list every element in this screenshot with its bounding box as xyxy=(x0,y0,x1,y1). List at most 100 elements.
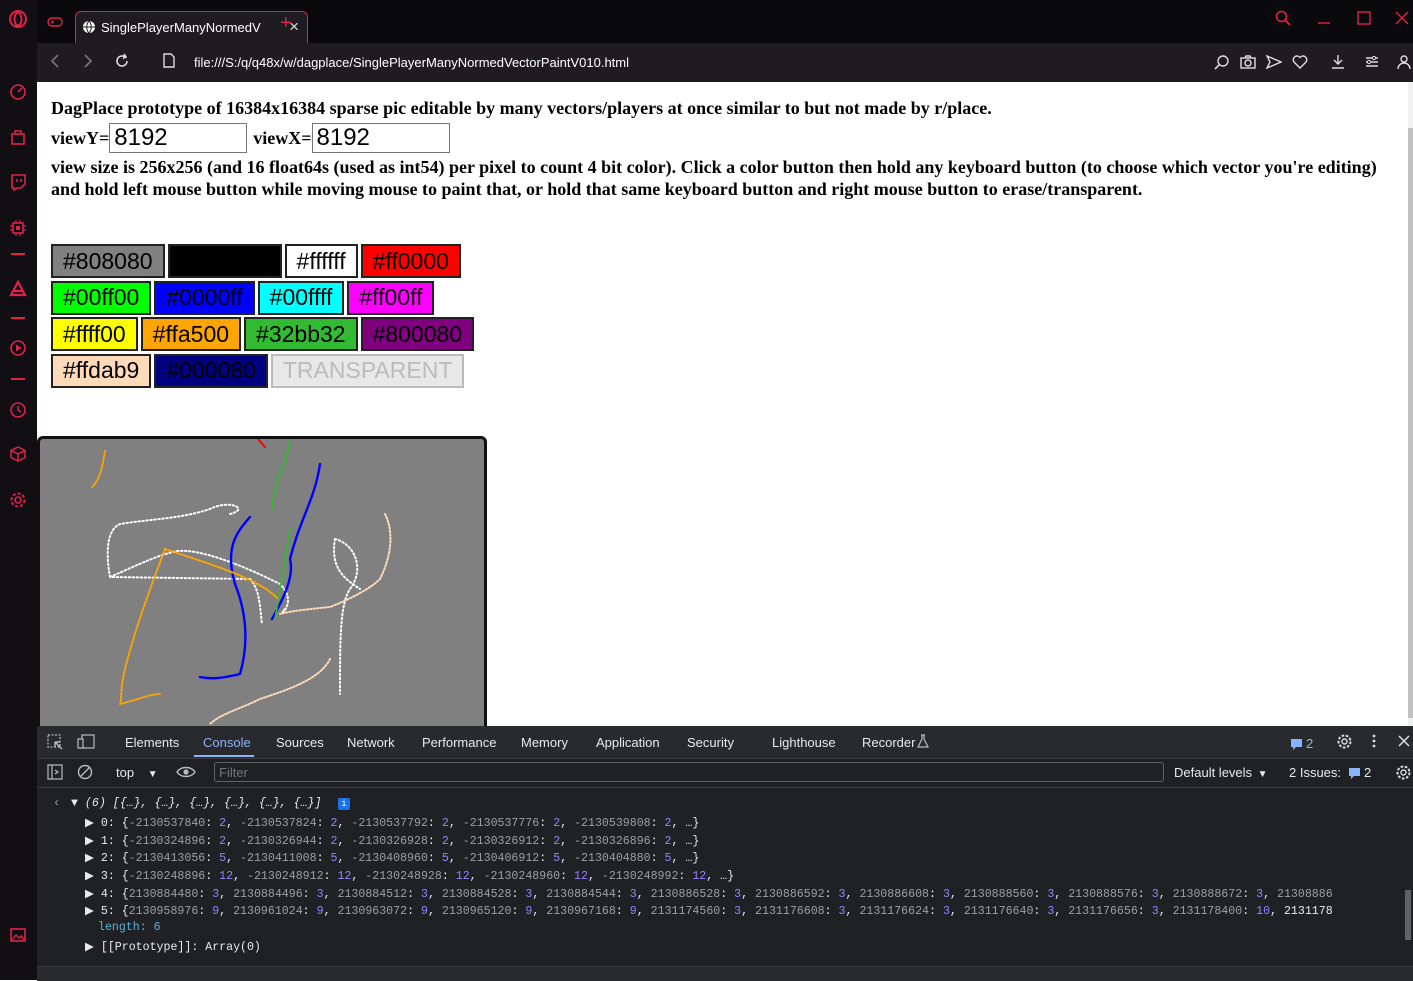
color-button[interactable]: #ff00ff xyxy=(347,280,435,315)
color-button[interactable] xyxy=(167,244,282,278)
issues-count: 2 xyxy=(1364,765,1372,780)
scrollbar-thumb[interactable] xyxy=(1408,128,1413,718)
clear-console-icon[interactable] xyxy=(77,764,93,783)
tab-application[interactable]: Application xyxy=(596,735,660,750)
twitch-icon[interactable] xyxy=(7,171,29,193)
active-tab-indicator xyxy=(194,755,254,757)
device-toolbar-icon[interactable] xyxy=(77,734,95,753)
tab-recorder[interactable]: Recorder xyxy=(862,735,915,750)
color-palette: #808080 #ffffff #ff0000 #00ff00 #0000ff #00ff… xyxy=(51,244,491,390)
console-scrollbar[interactable] xyxy=(1405,890,1411,940)
issue-message-icon xyxy=(1349,767,1361,779)
address-bar: file:///S:/q/q48x/w/dagplace/SinglePlaye… xyxy=(37,43,1413,82)
maximize-icon[interactable] xyxy=(1357,10,1371,31)
console-entry-0[interactable]: ▶ 0: {-2130537840: 2, -2130537824: 2, -2… xyxy=(85,815,699,830)
color-button[interactable]: #000080 xyxy=(154,353,268,388)
file-icon xyxy=(163,53,175,73)
reload-icon[interactable] xyxy=(114,53,130,74)
zoom-icon[interactable] xyxy=(1214,54,1230,75)
color-button[interactable]: #32bb32 xyxy=(244,317,358,351)
flask-icon xyxy=(917,734,929,751)
tab-console[interactable]: Console xyxy=(203,735,251,750)
color-button[interactable]: #ffa500 xyxy=(140,317,242,351)
wallpaper-image-icon[interactable] xyxy=(7,924,29,946)
color-button[interactable]: #00ff00 xyxy=(51,280,152,315)
sidebar-toggle-icon[interactable] xyxy=(47,764,63,783)
gamepad-icon[interactable] xyxy=(47,15,63,33)
paint-canvas[interactable] xyxy=(37,436,487,726)
color-button[interactable]: #808080 xyxy=(51,244,165,278)
color-button[interactable]: TRANSPARENT xyxy=(270,353,465,388)
easy-setup-icon[interactable] xyxy=(1364,54,1380,75)
history-clock-icon[interactable] xyxy=(7,399,29,421)
page-scrollbar[interactable] xyxy=(1408,82,1413,726)
browser-tab[interactable]: SinglePlayerManyNormedV × xyxy=(75,11,308,43)
palette-row: #ffff00 #ffa500 #32bb32 #800080 xyxy=(51,317,491,353)
inspect-element-icon[interactable] xyxy=(47,734,64,753)
new-tab-button[interactable]: + xyxy=(280,12,292,35)
console-array-summary[interactable]: ▼ (6) [{…}, {…}, {…}, {…}, {…}, {…}] xyxy=(71,797,321,810)
opera-logo-icon[interactable] xyxy=(7,8,29,30)
profile-icon[interactable] xyxy=(1397,54,1411,75)
url-field[interactable]: file:///S:/q/q48x/w/dagplace/SinglePlaye… xyxy=(194,55,629,70)
devtools-panel: Elements Console Sources Network Perform… xyxy=(37,726,1413,981)
canvas-drawing xyxy=(91,439,392,725)
sidebar-divider xyxy=(11,253,25,255)
minimize-icon[interactable] xyxy=(1317,10,1331,31)
more-options-icon[interactable] xyxy=(1371,733,1377,752)
console-entry-3[interactable]: ▶ 3: {-2130248896: 12, -2130248912: 12, … xyxy=(85,868,734,883)
color-button[interactable]: #ffff00 xyxy=(51,317,138,351)
close-devtools-icon[interactable] xyxy=(1398,734,1410,751)
color-button[interactable]: #00ffff xyxy=(257,280,345,315)
tab-memory[interactable]: Memory xyxy=(521,735,568,750)
color-button[interactable]: #ff0000 xyxy=(360,244,461,278)
back-icon[interactable] xyxy=(49,53,61,74)
log-levels-select[interactable]: Default levels ▼ xyxy=(1174,765,1268,780)
download-icon[interactable] xyxy=(1330,54,1346,75)
issues-counter[interactable]: 2 Issues: 2 xyxy=(1289,765,1371,780)
snapshot-camera-icon[interactable] xyxy=(1240,54,1256,75)
close-window-icon[interactable] xyxy=(1395,10,1409,31)
view-coordinates: viewY= viewX= xyxy=(51,120,456,156)
console-entry-5[interactable]: ▶ 5: {2130958976: 9, 2130961024: 9, 2130… xyxy=(85,903,1380,918)
send-icon[interactable] xyxy=(1265,54,1283,75)
console-filter-input[interactable] xyxy=(214,762,1164,782)
palette-row: #808080 #ffffff #ff0000 xyxy=(51,244,491,280)
console-entry-1[interactable]: ▶ 1: {-2130324896: 2, -2130326944: 2, -2… xyxy=(85,833,699,848)
color-button[interactable]: #ffdab9 xyxy=(51,353,152,388)
console-entry-4[interactable]: ▶ 4: {2130884480: 3, 2130884496: 3, 2130… xyxy=(85,886,1380,901)
cpu-icon[interactable] xyxy=(7,217,29,239)
color-button[interactable]: #800080 xyxy=(360,317,475,351)
console-settings-gear-icon[interactable] xyxy=(1395,764,1412,784)
player-icon[interactable] xyxy=(7,337,29,359)
tab-lighthouse[interactable]: Lighthouse xyxy=(772,735,836,750)
tab-network[interactable]: Network xyxy=(347,735,395,750)
console-prototype[interactable]: ▶ [[Prototype]]: Array(0) xyxy=(85,939,261,954)
tab-security[interactable]: Security xyxy=(687,735,734,750)
context-select[interactable]: top ▼ xyxy=(116,765,158,780)
live-expression-eye-icon[interactable] xyxy=(176,765,196,782)
devtools-settings-gear-icon[interactable] xyxy=(1336,733,1353,753)
shopping-bag-icon[interactable] xyxy=(7,126,29,148)
tab-elements[interactable]: Elements xyxy=(125,735,179,750)
console-entry-2[interactable]: ▶ 2: {-2130413056: 5, -2130411008: 5, -2… xyxy=(85,850,699,865)
forward-icon[interactable] xyxy=(82,53,94,74)
page-description: view size is 256x256 (and 16 float64s (u… xyxy=(51,157,1377,199)
settings-gear-icon[interactable] xyxy=(7,489,29,511)
viewY-input[interactable] xyxy=(109,123,248,153)
page-heading: DagPlace prototype of 16384x16384 sparse… xyxy=(51,98,992,118)
tab-sources[interactable]: Sources xyxy=(276,735,324,750)
messages-badge[interactable]: 2 xyxy=(1290,736,1313,751)
heart-bookmark-icon[interactable] xyxy=(1292,54,1308,75)
color-button[interactable]: #0000ff xyxy=(154,280,255,315)
aria-icon[interactable] xyxy=(7,277,29,299)
viewX-label: viewX= xyxy=(253,127,312,148)
viewX-input[interactable] xyxy=(311,123,450,153)
result-chevron-icon: ‹ xyxy=(53,796,61,810)
tab-performance[interactable]: Performance xyxy=(422,735,496,750)
extensions-cube-icon[interactable] xyxy=(7,443,29,465)
info-icon[interactable]: i xyxy=(338,798,350,810)
search-tabs-icon[interactable] xyxy=(1275,10,1291,31)
color-button[interactable]: #ffffff xyxy=(284,244,358,278)
speed-dial-icon[interactable] xyxy=(7,81,29,103)
